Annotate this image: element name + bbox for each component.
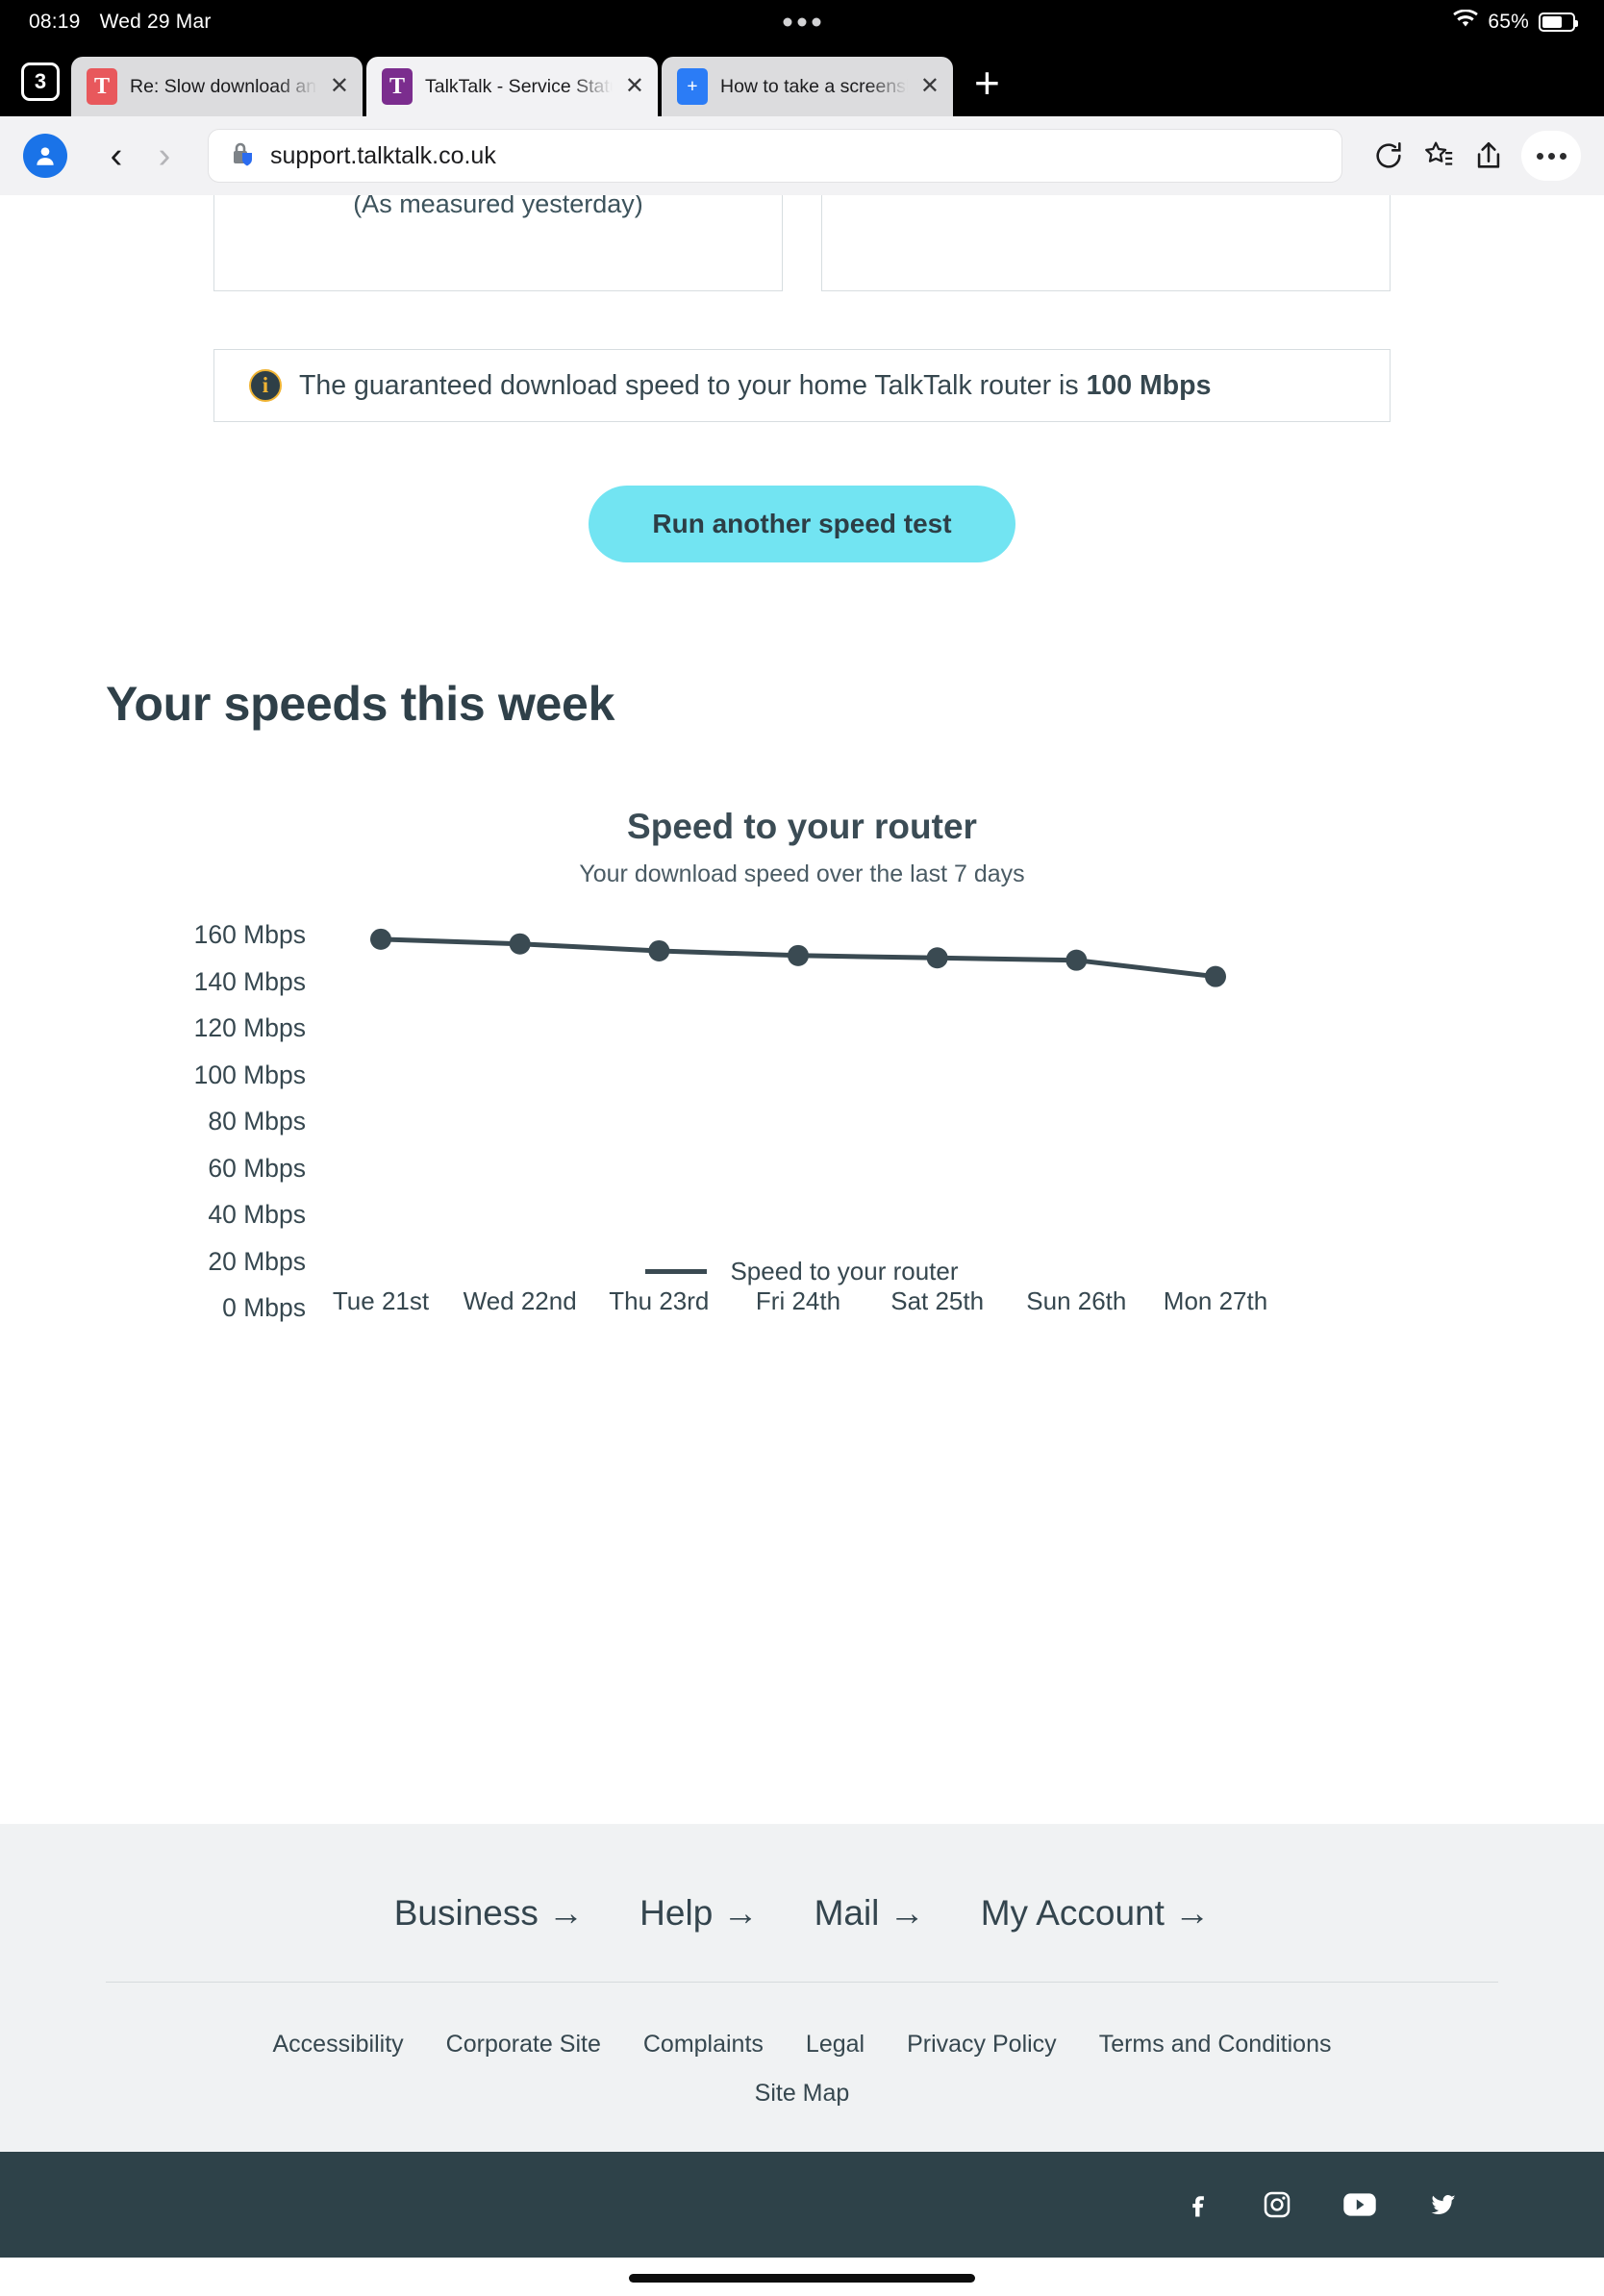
footer-link-site-map[interactable]: Site Map	[755, 2080, 850, 2107]
battery-percent: 65%	[1488, 11, 1529, 33]
footer-link-my-account[interactable]: My Account →	[981, 1893, 1211, 1934]
site-security-lock-icon	[230, 139, 257, 173]
dynamic-island-dots	[783, 17, 821, 27]
tab-title: Re: Slow download and high	[130, 75, 317, 97]
guaranteed-speed-value: 100 Mbps	[1086, 369, 1212, 401]
profile-avatar-icon[interactable]	[23, 134, 67, 178]
footer-secondary-links: Accessibility Corporate Site Complaints …	[0, 2031, 1604, 2059]
arrow-right-icon: →	[548, 1893, 585, 1933]
browser-tab-2[interactable]: T TalkTalk - Service Status ✕	[366, 57, 658, 116]
x-tick: Wed 22nd	[463, 1286, 577, 1315]
legend-label: Speed to your router	[730, 1257, 959, 1285]
speed-card-upload	[821, 195, 1391, 291]
speed-result-cards: (As measured yesterday)	[0, 195, 1604, 291]
home-indicator	[629, 2274, 975, 2283]
speed-card-note: (As measured yesterday)	[353, 195, 643, 218]
tab-close-icon[interactable]: ✕	[625, 75, 644, 98]
chart-line-svg	[370, 928, 1226, 987]
footer-primary-links: Business → Help → Mail → My Account →	[0, 1893, 1604, 1934]
footer-link-label: My Account	[980, 1893, 1165, 1933]
tab-title: TalkTalk - Service Status	[425, 75, 613, 97]
tab-favicon-talktalk-icon: T	[382, 68, 413, 105]
wifi-icon	[1453, 9, 1479, 35]
tab-favicon-screenshot-icon: +	[677, 68, 708, 105]
tab-title: How to take a screenshot on	[720, 75, 908, 97]
favorites-button[interactable]	[1414, 139, 1464, 172]
chart-plot-area: 160 Mbps 140 Mbps 120 Mbps 100 Mbps 80 M…	[0, 911, 1604, 1322]
footer-link-business[interactable]: Business →	[394, 1893, 584, 1934]
footer-link-terms-and-conditions[interactable]: Terms and Conditions	[1099, 2031, 1332, 2059]
youtube-icon[interactable]	[1342, 2190, 1377, 2219]
address-bar[interactable]: support.talktalk.co.uk	[208, 129, 1342, 183]
page-footer: Business → Help → Mail → My Account → Ac…	[0, 1824, 1604, 2152]
speed-history-chart: Speed to your router Your download speed…	[0, 807, 1604, 1345]
footer-link-label: Help	[639, 1893, 714, 1933]
browser-tab-1[interactable]: T Re: Slow download and high ✕	[71, 57, 363, 116]
home-indicator-area	[0, 2258, 1604, 2296]
x-tick: Mon 27th	[1163, 1286, 1268, 1315]
footer-link-complaints[interactable]: Complaints	[643, 2031, 764, 2059]
browser-tab-strip: 3 T Re: Slow download and high ✕ T TalkT…	[0, 44, 1604, 116]
run-another-speed-test-button[interactable]: Run another speed test	[589, 486, 1015, 562]
tab-close-icon[interactable]: ✕	[920, 75, 940, 98]
footer-link-label: Business	[393, 1893, 539, 1933]
x-tick: Fri 24th	[755, 1286, 841, 1315]
footer-link-corporate-site[interactable]: Corporate Site	[446, 2031, 601, 2059]
footer-link-legal[interactable]: Legal	[806, 2031, 865, 2059]
reload-button[interactable]	[1364, 139, 1414, 172]
arrow-right-icon: →	[722, 1893, 759, 1933]
status-date: Wed 29 Mar	[99, 11, 212, 33]
arrow-right-icon: →	[889, 1893, 925, 1933]
tab-close-icon[interactable]: ✕	[330, 75, 349, 98]
x-tick: Tue 21st	[332, 1286, 430, 1315]
twitter-icon[interactable]	[1427, 2190, 1460, 2219]
chart-subtitle: Your download speed over the last 7 days	[579, 861, 1025, 887]
address-bar-url: support.talktalk.co.uk	[270, 141, 496, 169]
legend-line-swatch	[645, 1269, 708, 1274]
footer-link-label: Mail	[814, 1893, 880, 1933]
footer-link-mail[interactable]: Mail →	[815, 1893, 925, 1934]
instagram-icon[interactable]	[1262, 2189, 1292, 2220]
status-time: 08:19	[29, 11, 81, 33]
section-heading-your-speeds: Your speeds this week	[106, 677, 615, 731]
battery-icon	[1539, 12, 1578, 32]
share-button[interactable]	[1464, 139, 1514, 172]
back-button[interactable]: ‹	[92, 137, 140, 174]
new-tab-button[interactable]: +	[974, 61, 1000, 105]
footer-link-privacy-policy[interactable]: Privacy Policy	[907, 2031, 1057, 2059]
footer-link-help[interactable]: Help →	[639, 1893, 758, 1934]
browser-tab-3[interactable]: + How to take a screenshot on ✕	[662, 57, 953, 116]
browser-toolbar: ‹ › support.talktalk.co.uk	[0, 116, 1604, 195]
web-page-content: (As measured yesterday) i The guaranteed…	[0, 195, 1604, 2296]
chart-legend: Speed to your router	[0, 1257, 1604, 1286]
forward-button[interactable]: ›	[140, 137, 188, 174]
guaranteed-speed-text: The guaranteed download speed to your ho…	[299, 369, 1087, 401]
chart-title: Speed to your router	[627, 807, 977, 846]
footer-divider	[106, 1982, 1498, 1983]
tab-count-button[interactable]: 3	[21, 62, 60, 101]
footer-social-bar	[0, 2152, 1604, 2258]
info-icon: i	[249, 369, 282, 402]
x-tick: Sat 25th	[890, 1286, 985, 1315]
footer-link-accessibility[interactable]: Accessibility	[273, 2031, 404, 2059]
x-tick: Thu 23rd	[609, 1286, 710, 1315]
x-tick: Sun 26th	[1026, 1286, 1127, 1315]
ios-status-bar: 08:19 Wed 29 Mar 65%	[0, 0, 1604, 44]
guaranteed-speed-banner: i The guaranteed download speed to your …	[213, 349, 1391, 422]
arrow-right-icon: →	[1174, 1893, 1211, 1933]
facebook-icon[interactable]	[1183, 2188, 1212, 2221]
speed-card-download: (As measured yesterday)	[213, 195, 783, 291]
tab-favicon-talktalk-mail-icon: T	[87, 68, 117, 105]
more-options-button[interactable]	[1521, 131, 1581, 181]
